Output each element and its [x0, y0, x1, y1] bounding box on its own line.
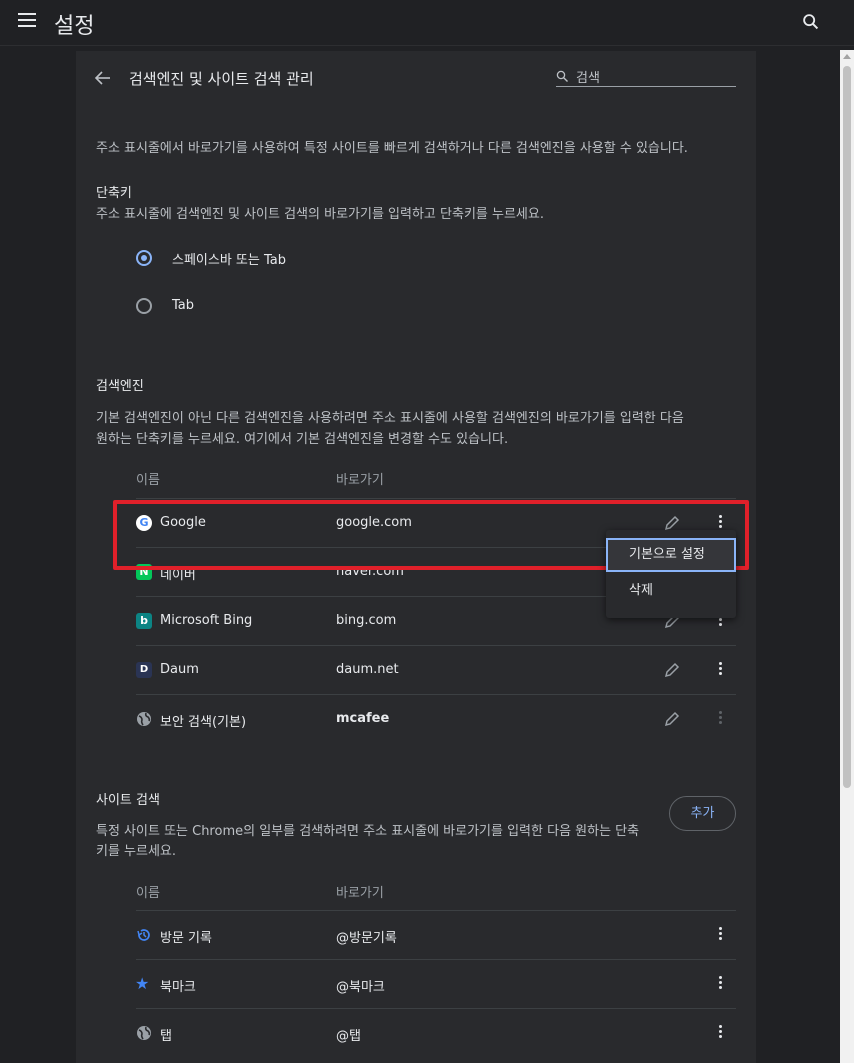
page-title: 검색엔진 및 사이트 검색 관리 — [129, 70, 314, 88]
divider — [136, 1008, 736, 1009]
more-vert-icon[interactable] — [710, 1023, 730, 1043]
site-shortcut-history: @방문기록 — [336, 931, 397, 946]
scrollbar[interactable] — [840, 50, 854, 1063]
engines-col-name: 이름 — [136, 473, 160, 488]
engine-name-google: Google — [160, 515, 206, 530]
site-search-title: 사이트 검색 — [96, 793, 160, 808]
menu-delete[interactable]: 삭제 — [606, 574, 736, 608]
radio-label-space-or-tab: 스페이스바 또는 Tab — [172, 253, 286, 268]
edit-pencil-icon[interactable] — [662, 709, 682, 729]
intro-text: 주소 표시줄에서 바로가기를 사용하여 특정 사이트를 빠르게 검색하거나 다른… — [96, 141, 688, 156]
search-placeholder: 검색 — [576, 71, 600, 86]
site-name-history: 방문 기록 — [160, 931, 212, 946]
scroll-up-arrow-icon[interactable] — [843, 54, 851, 59]
engine-shortcut-naver: naver.com — [336, 564, 404, 579]
engine-shortcut-daum: daum.net — [336, 662, 399, 677]
radio-label-tab: Tab — [172, 298, 195, 313]
globe-icon — [137, 712, 151, 726]
site-shortcut-tabs: @탭 — [336, 1029, 361, 1044]
site-search-desc-line2: 키를 누르세요. — [96, 844, 177, 859]
back-arrow-icon[interactable] — [94, 69, 112, 87]
google-icon: G — [136, 515, 152, 531]
site-col-shortcut: 바로가기 — [336, 886, 384, 901]
more-vert-icon[interactable] — [710, 660, 730, 680]
hamburger-menu-icon[interactable] — [18, 13, 38, 31]
naver-icon: N — [136, 564, 152, 580]
menu-set-default[interactable]: 기본으로 설정 — [606, 538, 736, 572]
engine-name-daum: Daum — [160, 662, 199, 677]
star-icon: ★ — [135, 974, 150, 993]
settings-search-input[interactable]: 검색 — [556, 66, 736, 87]
engines-desc-line2: 원하는 단축키를 누르세요. 여기에서 기본 검색엔진을 변경할 수도 있습니다… — [96, 432, 509, 447]
search-icon — [556, 70, 568, 82]
search-icon[interactable] — [800, 11, 822, 33]
top-bar: 설정 — [0, 0, 854, 46]
engine-shortcut-google: google.com — [336, 515, 412, 530]
site-name-bookmarks: 북마크 — [160, 980, 196, 995]
more-vert-icon[interactable] — [710, 974, 730, 994]
more-vert-icon — [710, 709, 730, 729]
engines-title: 검색엔진 — [96, 379, 144, 394]
divider — [136, 498, 736, 499]
daum-icon: D — [136, 662, 152, 678]
engine-name-secure-search: 보안 검색(기본) — [160, 715, 247, 730]
edit-pencil-icon[interactable] — [662, 660, 682, 680]
shortcut-title: 단축키 — [96, 186, 132, 201]
app-title: 설정 — [54, 14, 95, 39]
more-vert-icon[interactable] — [710, 925, 730, 945]
radio-tab[interactable] — [136, 298, 152, 314]
radio-space-or-tab[interactable] — [136, 250, 152, 266]
engine-shortcut-bing: bing.com — [336, 613, 397, 628]
context-menu: 기본으로 설정 삭제 — [606, 530, 736, 618]
bing-icon: b — [136, 613, 152, 629]
engine-shortcut-secure-search: mcafee — [336, 711, 390, 726]
divider — [136, 910, 736, 911]
engine-name-naver: 네이버 — [160, 568, 196, 583]
shortcut-desc: 주소 표시줄에 검색엔진 및 사이트 검색의 바로가기를 입력하고 단축키를 누… — [96, 207, 544, 222]
site-col-name: 이름 — [136, 886, 160, 901]
globe-icon — [137, 1026, 151, 1040]
scroll-thumb[interactable] — [843, 66, 851, 788]
divider — [136, 959, 736, 960]
site-name-tabs: 탭 — [160, 1029, 172, 1044]
site-shortcut-bookmarks: @북마크 — [336, 980, 385, 995]
history-icon — [137, 929, 150, 941]
site-search-desc-line1: 특정 사이트 또는 Chrome의 일부를 검색하려면 주소 표시줄에 바로가기… — [96, 824, 640, 839]
engines-desc-line1: 기본 검색엔진이 아닌 다른 검색엔진을 사용하려면 주소 표시줄에 사용할 검… — [96, 411, 684, 426]
engine-name-bing: Microsoft Bing — [160, 613, 253, 628]
engines-col-shortcut: 바로가기 — [336, 473, 384, 488]
divider — [136, 645, 736, 646]
divider — [136, 694, 736, 695]
add-site-search-button[interactable]: 추가 — [669, 796, 736, 831]
